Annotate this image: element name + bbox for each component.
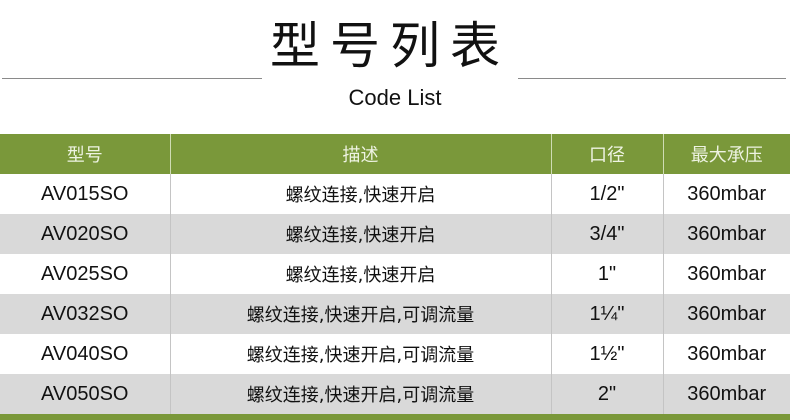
column-header-description: 描述 — [170, 134, 552, 174]
cell-pressure: 360mbar — [663, 374, 790, 414]
cell-description: 螺纹连接,快速开启 — [170, 214, 552, 254]
cell-size: 1/2" — [551, 174, 664, 214]
page-title: 型号列表 — [270, 17, 510, 75]
table-row: AV032SO 螺纹连接,快速开启,可调流量 1¼" 360mbar — [0, 294, 790, 334]
table-row: AV025SO 螺纹连接,快速开启 1" 360mbar — [0, 254, 790, 294]
title-divider-left — [2, 78, 262, 79]
title-area: 型号列表 Code List — [0, 0, 790, 120]
cell-description: 螺纹连接,快速开启,可调流量 — [170, 294, 552, 334]
table-row: AV015SO 螺纹连接,快速开启 1/2" 360mbar — [0, 174, 790, 214]
table-row: AV020SO 螺纹连接,快速开启 3/4" 360mbar — [0, 214, 790, 254]
column-header-max-pressure: 最大承压 — [663, 134, 790, 174]
cell-pressure: 360mbar — [663, 294, 790, 334]
table-header-row: 型号 描述 口径 最大承压 — [0, 134, 790, 174]
cell-model: AV020SO — [0, 214, 171, 254]
cell-pressure: 360mbar — [663, 334, 790, 374]
table-row: AV040SO 螺纹连接,快速开启,可调流量 1½" 360mbar — [0, 334, 790, 374]
cell-model: AV015SO — [0, 174, 171, 214]
cell-size: 2" — [551, 374, 664, 414]
cell-pressure: 360mbar — [663, 254, 790, 294]
cell-description: 螺纹连接,快速开启,可调流量 — [170, 334, 552, 374]
cell-pressure: 360mbar — [663, 174, 790, 214]
cell-description: 螺纹连接,快速开启,可调流量 — [170, 374, 552, 414]
title-divider-right — [518, 78, 786, 79]
table-footer-bar — [0, 414, 790, 420]
cell-size: 1¼" — [551, 294, 664, 334]
cell-size: 3/4" — [551, 214, 664, 254]
cell-description: 螺纹连接,快速开启 — [170, 174, 552, 214]
cell-model: AV032SO — [0, 294, 171, 334]
column-header-model: 型号 — [0, 134, 171, 174]
table-row: AV050SO 螺纹连接,快速开启,可调流量 2" 360mbar — [0, 374, 790, 414]
cell-model: AV050SO — [0, 374, 171, 414]
cell-model: AV040SO — [0, 334, 171, 374]
cell-pressure: 360mbar — [663, 214, 790, 254]
cell-size: 1" — [551, 254, 664, 294]
cell-description: 螺纹连接,快速开启 — [170, 254, 552, 294]
code-list-table: 型号 描述 口径 最大承压 AV015SO 螺纹连接,快速开启 1/2" 360… — [0, 134, 790, 414]
cell-model: AV025SO — [0, 254, 171, 294]
cell-size: 1½" — [551, 334, 664, 374]
column-header-size: 口径 — [551, 134, 664, 174]
page-subtitle: Code List — [348, 85, 442, 110]
